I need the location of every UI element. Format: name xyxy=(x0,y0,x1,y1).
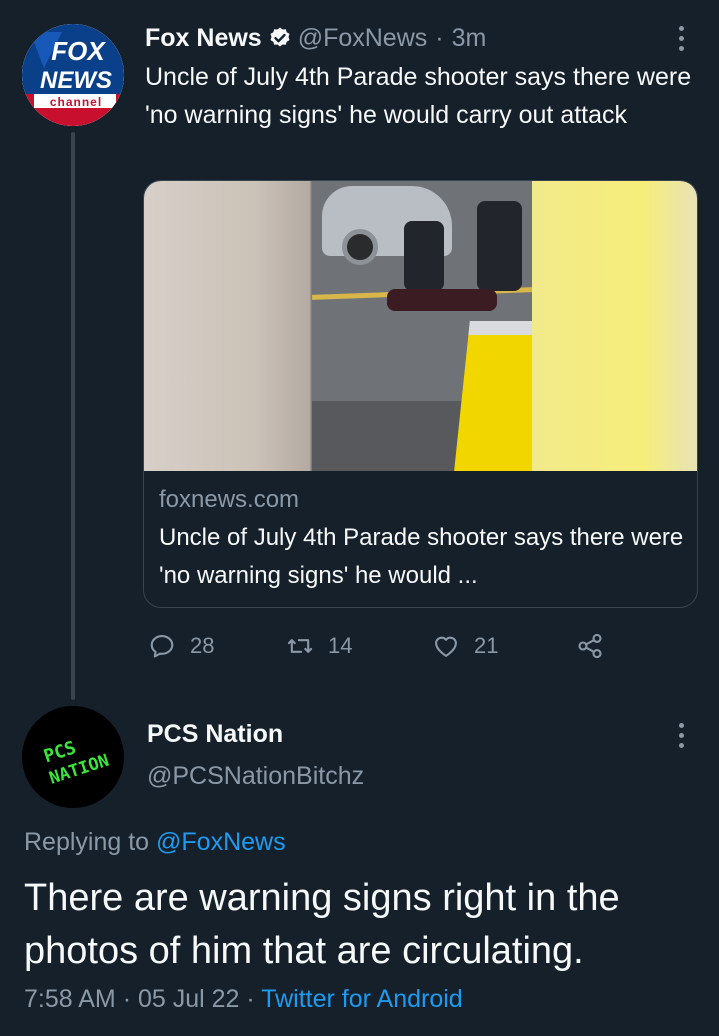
fox-news-logo-icon: FOX NEWS channel xyxy=(22,24,124,126)
reply-time[interactable]: 7:58 AM xyxy=(24,985,116,1013)
pcs-nation-logo-icon: PCS NATION xyxy=(22,706,124,808)
svg-text:FOX: FOX xyxy=(51,36,106,66)
reply-author-handle[interactable]: @PCSNationBitchz xyxy=(147,762,364,791)
svg-text:NEWS: NEWS xyxy=(40,67,112,94)
card-title: Uncle of July 4th Parade shooter says th… xyxy=(159,524,684,589)
meta-separator: · xyxy=(122,985,132,1013)
author-handle[interactable]: @FoxNews xyxy=(298,24,428,53)
pcs-nation-avatar[interactable]: PCS NATION xyxy=(22,706,124,808)
retweet-button[interactable]: 14 xyxy=(286,632,352,660)
thread-connector-line xyxy=(71,132,75,700)
reply-more-options-icon[interactable] xyxy=(671,723,691,748)
reply-tweet-text: There are warning signs right in the pho… xyxy=(24,877,620,972)
reply-button[interactable]: 28 xyxy=(148,632,214,660)
replying-to-handle-link[interactable]: @FoxNews xyxy=(156,828,286,856)
tweet-actions-bar: 28 14 21 xyxy=(148,626,618,666)
link-preview-card[interactable]: foxnews.com Uncle of July 4th Parade sho… xyxy=(143,180,698,608)
parent-tweet-header: Fox News @FoxNews · 3m xyxy=(145,22,486,54)
reply-tweet-meta: 7:58 AM · 05 Jul 22 · Twitter for Androi… xyxy=(24,985,463,1014)
tweet-timestamp[interactable]: 3m xyxy=(452,24,487,53)
share-button[interactable] xyxy=(576,632,604,660)
card-domain: foxnews.com xyxy=(159,486,300,513)
card-image xyxy=(144,181,697,471)
separator-dot: · xyxy=(435,23,444,52)
card-meta: foxnews.com Uncle of July 4th Parade sho… xyxy=(159,481,684,595)
replying-label: Replying to xyxy=(24,828,150,856)
like-count: 21 xyxy=(474,633,499,658)
meta-separator-2: · xyxy=(246,985,255,1013)
fox-news-avatar[interactable]: FOX NEWS channel xyxy=(22,24,124,126)
replying-to: Replying to @FoxNews xyxy=(24,828,286,857)
like-button[interactable]: 21 xyxy=(432,632,498,660)
tweet-detail-page: FOX NEWS channel Fox News @FoxNews · 3m … xyxy=(0,0,719,1036)
verified-badge-icon xyxy=(268,26,292,50)
retweet-icon xyxy=(287,639,313,653)
svg-text:channel: channel xyxy=(50,95,102,109)
author-name[interactable]: Fox News xyxy=(145,24,262,53)
share-icon xyxy=(578,633,602,659)
card-photo xyxy=(312,181,532,471)
tweet-source-link[interactable]: Twitter for Android xyxy=(261,985,462,1013)
more-options-icon[interactable] xyxy=(671,26,691,51)
reply-date[interactable]: 05 Jul 22 xyxy=(138,985,239,1013)
heart-icon xyxy=(435,636,457,657)
tweet-text: Uncle of July 4th Parade shooter says th… xyxy=(145,63,692,129)
reply-count: 28 xyxy=(190,633,215,658)
reply-icon xyxy=(150,635,174,658)
reply-author-name[interactable]: PCS Nation xyxy=(147,720,283,749)
retweet-count: 14 xyxy=(328,633,353,658)
